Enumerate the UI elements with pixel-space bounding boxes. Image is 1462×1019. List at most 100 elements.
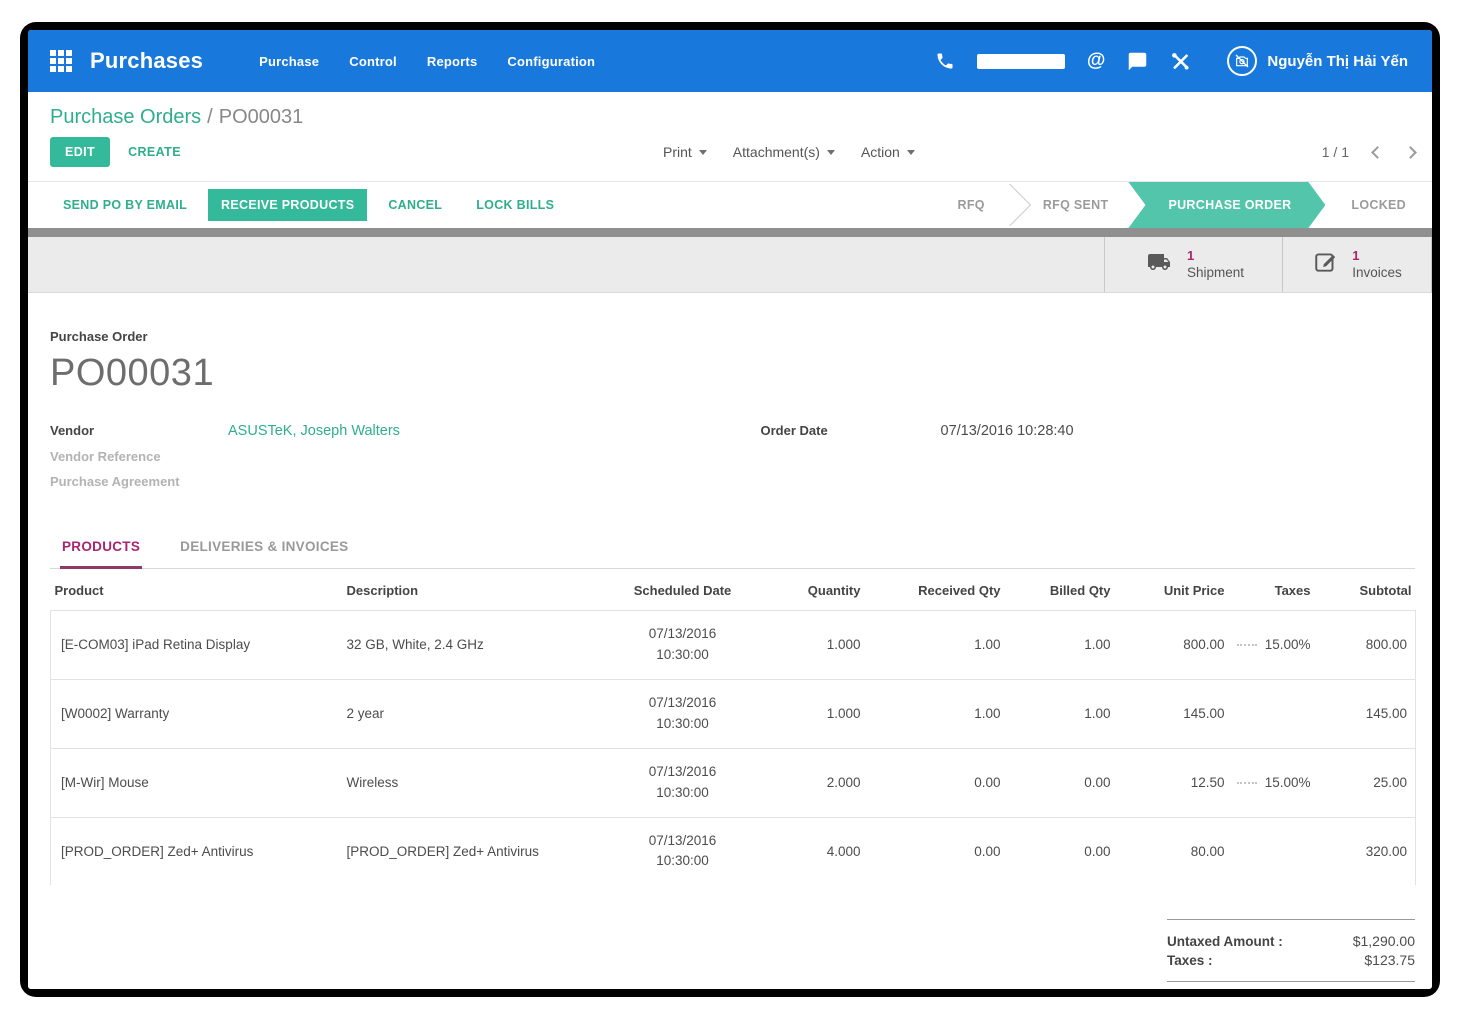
chat-icon[interactable] — [1127, 51, 1148, 72]
truck-icon — [1143, 250, 1175, 279]
user-menu[interactable]: Nguyễn Thị Hải Yến — [1227, 46, 1408, 76]
top-navbar: Purchases Purchase Control Reports Confi… — [28, 30, 1432, 92]
col-scheduled-date: Scheduled Date — [615, 569, 751, 611]
totals-block: Untaxed Amount : $1,290.00 Taxes : $123.… — [1167, 919, 1415, 989]
cell-received-qty: 1.00 — [865, 611, 1005, 680]
receive-products-button[interactable]: RECEIVE PRODUCTS — [208, 189, 367, 221]
chevron-down-icon — [827, 150, 835, 155]
apps-grid-icon[interactable] — [50, 50, 72, 72]
breadcrumb-parent-link[interactable]: Purchase Orders — [50, 106, 201, 128]
nav-menu-configuration[interactable]: Configuration — [507, 54, 595, 69]
table-header-row: Product Description Scheduled Date Quant… — [51, 569, 1416, 611]
purchase-agreement-label: Purchase Agreement — [50, 474, 228, 489]
create-button[interactable]: CREATE — [128, 145, 181, 159]
col-quantity: Quantity — [751, 569, 865, 611]
tab-deliveries-invoices[interactable]: DELIVERIES & INVOICES — [178, 529, 350, 568]
action-dropdown[interactable]: Action — [861, 144, 915, 160]
user-name: Nguyễn Thị Hải Yến — [1267, 53, 1408, 70]
control-panel: Purchase Orders/PO00031 EDIT CREATE Prin… — [28, 92, 1432, 182]
cell-billed-qty: 1.00 — [1005, 679, 1115, 748]
nav-menu-control[interactable]: Control — [349, 54, 397, 69]
cell-product: [PROD_ORDER] Zed+ Antivirus — [51, 817, 343, 885]
tax-cell — [1229, 817, 1315, 885]
tax-cell: 15.00% — [1229, 611, 1315, 680]
stage-pipeline: RFQ RFQ SENT PURCHASE ORDER LOCKED — [932, 182, 1432, 228]
cell-quantity: 1.000 — [751, 611, 865, 680]
col-description: Description — [343, 569, 615, 611]
tab-products[interactable]: PRODUCTS — [60, 529, 142, 569]
col-unit-price: Unit Price — [1115, 569, 1229, 611]
cell-unit-price: 80.00 — [1115, 817, 1229, 885]
table-row[interactable]: [W0002] Warranty 2 year 07/13/201610:30:… — [51, 679, 1416, 748]
cell-unit-price: 12.50 — [1115, 748, 1229, 817]
shipment-label: Shipment — [1187, 264, 1244, 282]
col-product: Product — [51, 569, 343, 611]
pager-counter: 1 / 1 — [1322, 144, 1349, 160]
at-icon[interactable]: @ — [1087, 50, 1106, 72]
record-pager: 1 / 1 — [1322, 144, 1415, 160]
cell-description: 2 year — [343, 679, 615, 748]
cell-scheduled-date: 07/13/201610:30:00 — [615, 748, 751, 817]
chevron-down-icon — [699, 150, 707, 155]
cell-subtotal: 25.00 — [1315, 748, 1416, 817]
table-row[interactable]: [M-Wir] Mouse Wireless 07/13/201610:30:0… — [51, 748, 1416, 817]
cell-product: [E-COM03] iPad Retina Display — [51, 611, 343, 680]
cancel-button[interactable]: CANCEL — [375, 189, 455, 221]
table-row[interactable]: [PROD_ORDER] Zed+ Antivirus [PROD_ORDER]… — [51, 817, 1416, 885]
order-date-label: Order Date — [761, 423, 941, 438]
stage-rfq-sent[interactable]: RFQ SENT — [1017, 182, 1135, 228]
stat-ribbon: 1 Shipment 1 Invoices — [28, 237, 1432, 293]
col-received-qty: Received Qty — [865, 569, 1005, 611]
cell-billed-qty: 1.00 — [1005, 611, 1115, 680]
cell-description: Wireless — [343, 748, 615, 817]
nav-menus: Purchase Control Reports Configuration — [259, 54, 595, 69]
form-sheet: Purchase Order PO00031 Vendor ASUSTeK, J… — [28, 293, 1432, 989]
cell-scheduled-date: 07/13/201610:30:00 — [615, 817, 751, 885]
page-title: PO00031 — [50, 352, 1415, 395]
cell-subtotal: 320.00 — [1315, 817, 1416, 885]
stage-locked[interactable]: LOCKED — [1325, 182, 1432, 228]
cell-scheduled-date: 07/13/201610:30:00 — [615, 679, 751, 748]
col-billed-qty: Billed Qty — [1005, 569, 1115, 611]
pager-next-icon[interactable] — [1404, 146, 1417, 159]
action-dropdowns: Print Attachment(s) Action — [663, 144, 915, 160]
cell-description: [PROD_ORDER] Zed+ Antivirus — [343, 817, 615, 885]
cell-unit-price: 800.00 — [1115, 611, 1229, 680]
no-camera-avatar-icon — [1227, 46, 1257, 76]
shipment-stat-button[interactable]: 1 Shipment — [1104, 237, 1282, 292]
untaxed-amount-label: Untaxed Amount : — [1167, 934, 1283, 949]
nav-menu-reports[interactable]: Reports — [427, 54, 478, 69]
vendor-reference-label: Vendor Reference — [50, 449, 228, 464]
col-subtotal: Subtotal — [1315, 569, 1416, 611]
nav-menu-purchase[interactable]: Purchase — [259, 54, 319, 69]
tools-icon[interactable] — [1170, 51, 1191, 72]
invoices-label: Invoices — [1352, 264, 1402, 282]
cell-received-qty: 0.00 — [865, 748, 1005, 817]
cell-received-qty: 0.00 — [865, 817, 1005, 885]
vendor-link[interactable]: ASUSTeK, Joseph Walters — [228, 423, 400, 439]
table-row[interactable]: [E-COM03] iPad Retina Display 32 GB, Whi… — [51, 611, 1416, 680]
cell-quantity: 1.000 — [751, 679, 865, 748]
stage-purchase-order[interactable]: PURCHASE ORDER — [1128, 182, 1325, 228]
timer-progress-bar[interactable] — [977, 54, 1065, 69]
cell-subtotal: 145.00 — [1315, 679, 1416, 748]
tax-leader-dots — [1237, 782, 1257, 784]
breadcrumb-separator: / — [201, 106, 219, 128]
pager-previous-icon[interactable] — [1371, 146, 1384, 159]
edit-button[interactable]: EDIT — [50, 137, 110, 167]
order-lines-table: Product Description Scheduled Date Quant… — [50, 569, 1416, 885]
send-po-by-email-button[interactable]: SEND PO BY EMAIL — [50, 189, 200, 221]
invoices-stat-button[interactable]: 1 Invoices — [1282, 237, 1432, 292]
phone-icon[interactable] — [935, 51, 955, 71]
cell-subtotal: 800.00 — [1315, 611, 1416, 680]
print-dropdown[interactable]: Print — [663, 144, 707, 160]
device-frame: Purchases Purchase Control Reports Confi… — [20, 22, 1440, 997]
lock-bills-button[interactable]: LOCK BILLS — [463, 189, 567, 221]
tax-leader-dots — [1237, 644, 1257, 646]
tax-cell — [1229, 679, 1315, 748]
breadcrumb-current: PO00031 — [219, 106, 304, 128]
separator-bar — [28, 228, 1432, 237]
status-bar: SEND PO BY EMAIL RECEIVE PRODUCTS CANCEL… — [28, 182, 1432, 228]
breadcrumb: Purchase Orders/PO00031 — [50, 102, 1415, 137]
attachments-dropdown[interactable]: Attachment(s) — [733, 144, 835, 160]
